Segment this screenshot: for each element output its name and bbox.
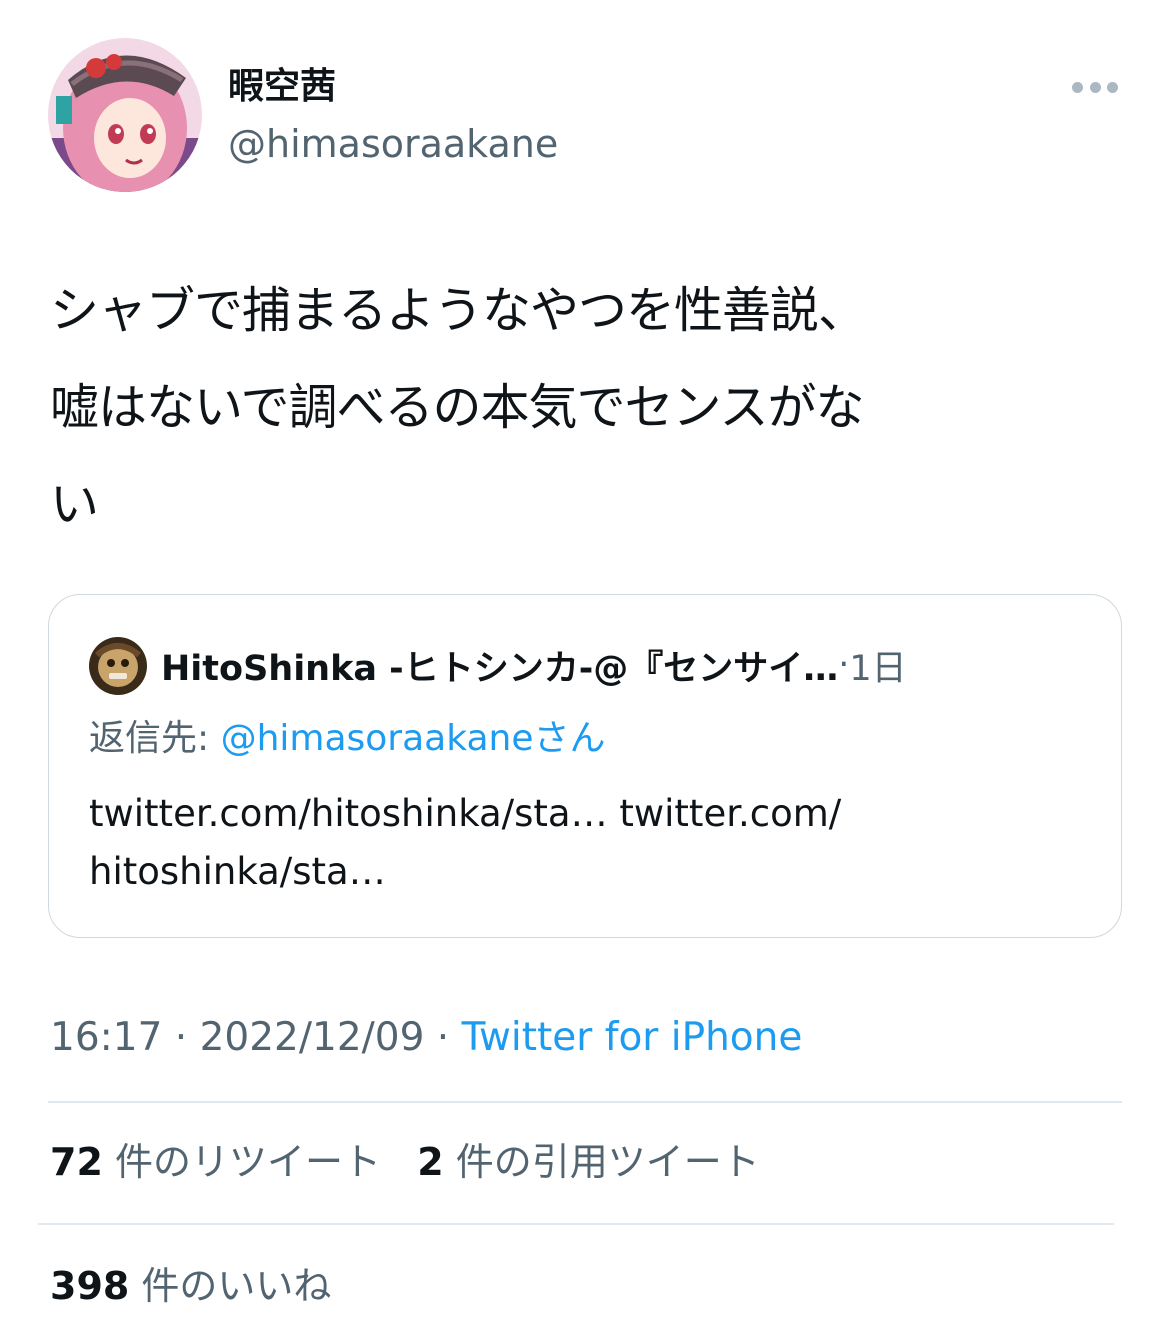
retweets-stat[interactable]: 72 件のリツイート	[50, 1140, 381, 1184]
likes-count: 398	[50, 1264, 130, 1308]
quote-author-avatar	[89, 637, 147, 695]
more-dot-icon	[1089, 81, 1101, 93]
quote-author-name[interactable]: HitoShinka -ヒトシンカ-@『センサイ…	[161, 640, 838, 691]
reply-label: 返信先:	[89, 718, 221, 759]
more-dot-icon	[1072, 81, 1083, 93]
retweets-label: 件のリツイート	[114, 1140, 381, 1184]
more-options-button[interactable]	[1070, 72, 1120, 102]
quote-link-2-cont[interactable]: hitoshinka/sta…	[89, 850, 386, 893]
likes-label: 件のいいね	[141, 1264, 332, 1308]
quotes-label: 件の引用ツイート	[455, 1140, 760, 1184]
meta-separator: ·	[424, 1015, 462, 1060]
divider	[48, 1101, 1122, 1103]
divider	[38, 1223, 1114, 1225]
quote-header: HitoShinka -ヒトシンカ-@『センサイ… · 1日	[161, 639, 1101, 691]
tweet-time[interactable]: 16:17	[50, 1015, 162, 1060]
quote-link-2[interactable]: twitter.com/	[619, 792, 841, 835]
retweets-count: 72	[50, 1140, 103, 1184]
author-handle[interactable]: @himasoraakane	[228, 118, 558, 170]
quote-body: twitter.com/hitoshinka/sta… twitter.com/…	[89, 785, 1089, 901]
quotes-count: 2	[417, 1140, 444, 1184]
tweet-meta: 16:17 · 2022/12/09 · Twitter for iPhone	[50, 1012, 802, 1064]
author-avatar[interactable]	[48, 38, 202, 192]
more-dot-icon	[1107, 81, 1118, 93]
quote-separator: ·	[838, 645, 850, 685]
reply-mention-link[interactable]: @himasoraakane	[221, 718, 534, 759]
quote-time[interactable]: 1日	[849, 640, 906, 691]
quote-link-1[interactable]: twitter.com/hitoshinka/sta…	[89, 792, 608, 835]
quoted-tweet-card[interactable]: HitoShinka -ヒトシンカ-@『センサイ… · 1日 返信先: @him…	[48, 594, 1122, 938]
quotes-stat[interactable]: 2 件の引用ツイート	[417, 1140, 760, 1184]
tweet-source-link[interactable]: Twitter for iPhone	[462, 1015, 803, 1060]
reply-suffix: さん	[533, 718, 606, 759]
meta-separator: ·	[162, 1015, 200, 1060]
tweet-text: シャブで捕まるようなやつを性善説、 嘘はないで調べるの本気でセンスがな い	[50, 282, 867, 533]
author-name[interactable]: 暇空茜	[228, 62, 336, 112]
tweet-date[interactable]: 2022/12/09	[200, 1015, 425, 1060]
likes-stat[interactable]: 398 件のいいね	[50, 1260, 331, 1312]
tweet-stats: 72 件のリツイート 2 件の引用ツイート	[50, 1136, 760, 1188]
quote-reply-to: 返信先: @himasoraakaneさん	[89, 713, 605, 765]
